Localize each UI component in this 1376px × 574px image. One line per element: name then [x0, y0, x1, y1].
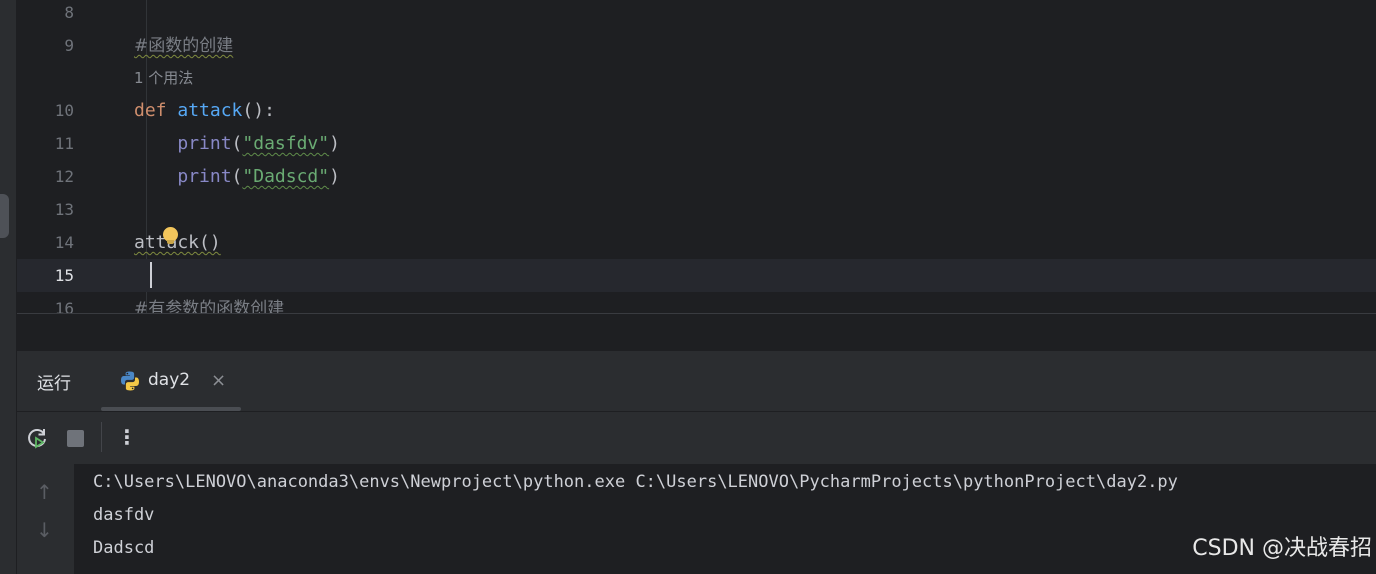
current-code-line: 15: [17, 259, 1376, 292]
console-line: dasfdv: [93, 505, 155, 525]
string-literal: "dasfdv": [242, 133, 330, 154]
line-number: 15: [54, 266, 74, 285]
line-number: 8: [64, 3, 74, 22]
builtin-print: print: [177, 166, 232, 187]
console-side-bar: ↑ ↓: [17, 464, 74, 574]
scroll-down-icon[interactable]: ↓: [36, 518, 53, 542]
builtin-print: print: [177, 133, 232, 154]
line-number: 16: [54, 299, 74, 313]
line-number: 10: [54, 101, 74, 120]
code-line: 10 def attack():: [17, 94, 1376, 127]
keyword-def: def: [134, 100, 167, 121]
console-line: C:\Users\LENOVO\anaconda3\envs\Newprojec…: [93, 472, 1178, 492]
close-icon[interactable]: ×: [211, 370, 226, 392]
line-number: 9: [64, 36, 74, 55]
comment-text: #有参数的函数创建: [134, 299, 285, 313]
code-line: 9 #函数的创建: [17, 29, 1376, 62]
run-toolbar: ⋮: [17, 412, 1376, 464]
code-line: 16 #有参数的函数创建: [17, 292, 1376, 313]
console-line: Dadscd: [93, 538, 155, 558]
run-panel-title: 运行: [37, 374, 71, 394]
comment-text: #函数的创建: [134, 36, 234, 56]
toolbar-separator: [101, 422, 102, 452]
line-number: 11: [54, 134, 74, 153]
left-tool-strip: [0, 0, 17, 574]
more-options-icon[interactable]: ⋮: [117, 424, 137, 450]
lightbulb-icon[interactable]: [163, 227, 178, 244]
code-editor[interactable]: 8 9 #函数的创建 1 个用法 10 def attack(): 11 pri…: [17, 0, 1376, 313]
rerun-icon[interactable]: [25, 426, 49, 450]
line-number: 12: [54, 167, 74, 186]
code-line: 12 print("Dadscd"): [17, 160, 1376, 193]
run-panel-header: 运行 day2 ×: [17, 351, 1376, 412]
line-number: 13: [54, 200, 74, 219]
string-literal: "Dadscd": [242, 166, 330, 187]
code-line: 11 print("dasfdv"): [17, 127, 1376, 160]
tab-label: day2: [148, 370, 191, 390]
line-number: 14: [54, 233, 74, 252]
tool-window-handle[interactable]: [0, 194, 9, 238]
watermark: CSDN @决战春招: [1192, 536, 1372, 561]
editor-divider: [17, 313, 1376, 351]
stop-icon[interactable]: [67, 430, 84, 447]
code-punctuation: ():: [242, 100, 275, 121]
code-line: 14 attack(): [17, 226, 1376, 259]
tab-day2[interactable]: day2 ×: [101, 351, 241, 412]
code-line: 13: [17, 193, 1376, 226]
text-cursor: [150, 262, 152, 288]
code-line: 8: [17, 0, 1376, 29]
python-icon: [121, 371, 139, 391]
usage-hint-line: 1 个用法: [17, 62, 1376, 95]
function-name: attack: [177, 100, 243, 121]
active-tab-indicator: [101, 407, 241, 411]
console-output[interactable]: C:\Users\LENOVO\anaconda3\envs\Newprojec…: [74, 464, 1376, 574]
usage-hint[interactable]: 1 个用法: [134, 62, 193, 95]
scroll-up-icon[interactable]: ↑: [36, 480, 53, 504]
